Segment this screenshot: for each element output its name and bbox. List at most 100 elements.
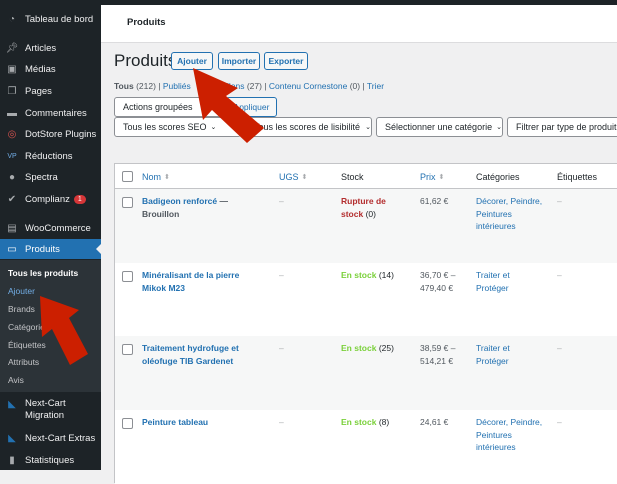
nextcart-icon: ◣ [8, 398, 16, 410]
products-table: Nom ⬍ UGS ⬍ Stock Prix ⬍ Catégories Étiquet… [114, 163, 617, 484]
readability-filter[interactable]: Tous les scores de lisibilité ⌄ [245, 117, 372, 137]
categories-links[interactable]: Traiter et Protéger [476, 342, 526, 367]
menu-next-cart-migration[interactable]: ◣ Next-Cart Migration [0, 398, 101, 424]
tags-value: – [557, 196, 562, 206]
menu-complianz[interactable]: ✔ Complianz 1 [0, 189, 101, 209]
categories-links[interactable]: Décorer, Peindre, Peintures intérieures [476, 416, 551, 454]
vp-icon: VP [7, 152, 17, 160]
dashboard-icon: ◔ [8, 13, 16, 25]
menu-dotstore[interactable]: ◎ DotStore Plugins [0, 124, 101, 144]
menu-next-cart-extras[interactable]: ◣ Next-Cart Extras [0, 428, 101, 448]
product-link[interactable]: Peinture tableau [142, 416, 260, 429]
produits-submenu: Tous les produits Ajouter Brands Catégor… [0, 260, 101, 392]
col-name[interactable]: Nom ⬍ [142, 164, 170, 189]
submenu-avis[interactable]: Avis [8, 375, 24, 385]
col-stock: Stock [341, 171, 364, 182]
filter-all[interactable]: Tous [114, 81, 134, 91]
menu-medias[interactable]: ▣ Médias [0, 59, 101, 79]
page-title: Produits [114, 51, 177, 70]
category-filter[interactable]: Sélectionner une catégorie ⌄ [376, 117, 503, 137]
stock-status: En stock [341, 270, 377, 280]
row-checkbox[interactable] [122, 344, 133, 355]
submenu-etiquettes[interactable]: Étiquettes [8, 340, 46, 350]
chevron-down-icon: ⌄ [496, 124, 502, 131]
product-link[interactable]: Badigeon renforcé [142, 196, 217, 206]
dotstore-icon: ◎ [7, 128, 17, 140]
media-icon: ▣ [7, 63, 17, 75]
product-link[interactable]: Traitement hydrofuge et oléofuge TIB Gar… [142, 342, 260, 367]
chart-icon: ▮ [9, 454, 15, 466]
menu-tableau-de-bord[interactable]: ◔ Tableau de bord [0, 9, 101, 29]
tags-value: – [557, 417, 562, 427]
product-type-filter[interactable]: Filtrer par type de produit [507, 117, 617, 137]
sort-icon: ⬍ [164, 173, 170, 181]
col-tags: Étiquettes [557, 171, 598, 182]
chevron-down-icon: ⌄ [365, 124, 371, 131]
row-checkbox[interactable] [122, 271, 133, 282]
woo-icon: ▤ [7, 222, 17, 234]
tags-value: – [557, 343, 562, 353]
nextcart-icon: ◣ [8, 432, 16, 444]
col-ugs[interactable]: UGS ⬍ [279, 164, 307, 189]
status-filters: Tous (212) | Publiés | Brouillons (27) |… [114, 81, 385, 91]
comment-icon: ▬ [7, 107, 17, 119]
stock-status: Rupture de stock [341, 196, 386, 219]
row-checkbox[interactable] [122, 418, 133, 429]
filter-drafts[interactable]: Brouillons [207, 81, 244, 91]
ugs-value: – [279, 196, 284, 206]
header-title: Produits [127, 17, 166, 28]
menu-pages[interactable]: ❐ Pages [0, 81, 101, 101]
table-row: Peinture tableau – En stock (8) 24,61 € … [115, 410, 617, 484]
seo-score-filter[interactable]: Tous les scores SEO ⌄ [114, 117, 241, 137]
menu-produits[interactable]: ▭ Produits [0, 239, 101, 259]
apply-button[interactable]: Appliquer [226, 97, 277, 117]
bulk-actions-select[interactable]: Actions groupées [114, 97, 226, 117]
select-all-checkbox[interactable] [122, 171, 133, 182]
admin-sidebar: ◔ Tableau de bord 📌︎ Articles ▣ Médias ❐ Pag… [0, 0, 101, 470]
table-header: Nom ⬍ UGS ⬍ Stock Prix ⬍ Catégories Étiquet… [115, 164, 617, 189]
page-header: Produits [101, 5, 617, 43]
table-row: Badigeon renforcé — Brouillon – Rupture … [115, 189, 617, 263]
submenu-brands[interactable]: Brands [8, 304, 35, 314]
sort-icon: ⬍ [438, 173, 445, 181]
archive-icon: ▭ [7, 243, 17, 255]
stock-status: En stock [341, 343, 377, 353]
categories-links[interactable]: Traiter et Protéger [476, 269, 526, 294]
import-button[interactable]: Importer [218, 52, 260, 70]
ugs-value: – [279, 270, 284, 280]
menu-reductions[interactable]: VP Réductions [0, 146, 101, 166]
menu-spectra[interactable]: ● Spectra [0, 167, 101, 187]
sort-icon: ⬍ [301, 173, 308, 181]
price-value: 24,61 € [420, 417, 449, 427]
pages-icon: ❐ [7, 85, 17, 97]
sort-link[interactable]: Trier [367, 81, 384, 91]
check-icon: ✔ [7, 193, 17, 205]
price-value: 36,70 € – 479,40 € [420, 270, 456, 293]
table-row: Traitement hydrofuge et oléofuge TIB Gar… [115, 336, 617, 410]
menu-statistiques[interactable]: ▮ Statistiques [0, 450, 101, 470]
submenu-attributs[interactable]: Attributs [8, 357, 39, 367]
col-categories: Catégories [476, 171, 520, 182]
submenu-categories[interactable]: Catégories [8, 322, 49, 332]
export-button[interactable]: Exporter [264, 52, 308, 70]
price-value: 61,62 € [420, 196, 449, 206]
notification-badge: 1 [73, 194, 86, 204]
menu-woocommerce[interactable]: ▤ WooCommerce [0, 218, 101, 238]
add-button[interactable]: Ajouter [171, 52, 213, 70]
col-price[interactable]: Prix ⬍ [420, 164, 444, 189]
menu-commentaires[interactable]: ▬ Commentaires [0, 103, 101, 123]
product-link[interactable]: Minéralisant de la pierre Mikok M23 [142, 269, 260, 294]
filter-cornerstone[interactable]: Contenu Cornestone [269, 81, 347, 91]
row-checkbox[interactable] [122, 197, 133, 208]
filter-published[interactable]: Publiés [163, 81, 191, 91]
stock-status: En stock [341, 417, 377, 427]
price-value: 38,59 € – 514,21 € [420, 343, 456, 366]
menu-articles[interactable]: 📌︎ Articles [0, 38, 101, 58]
submenu-tous-les-produits[interactable]: Tous les produits [8, 268, 78, 278]
ugs-value: – [279, 343, 284, 353]
table-row: Minéralisant de la pierre Mikok M23 – En… [115, 263, 617, 336]
tags-value: – [557, 270, 562, 280]
pin-icon: 📌︎ [5, 42, 19, 54]
submenu-ajouter[interactable]: Ajouter [8, 286, 35, 296]
categories-links[interactable]: Décorer, Peindre, Peintures intérieures [476, 195, 551, 233]
